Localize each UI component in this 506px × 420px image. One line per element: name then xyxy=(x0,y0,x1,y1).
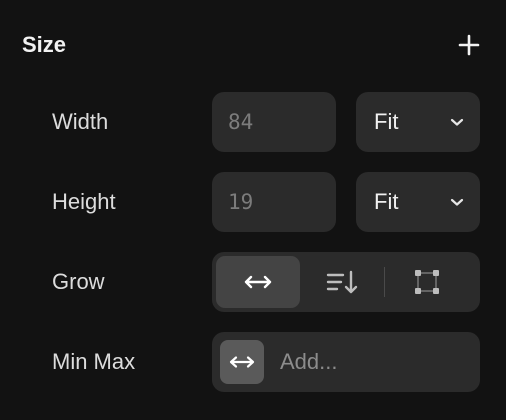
chevron-down-icon xyxy=(450,118,464,126)
grow-option-fill[interactable] xyxy=(385,256,469,308)
height-value[interactable]: 19 xyxy=(228,190,253,214)
min-max-toggle[interactable] xyxy=(220,340,264,384)
min-max-field[interactable]: Add... xyxy=(212,332,480,392)
min-max-placeholder[interactable]: Add... xyxy=(280,349,337,375)
plus-icon xyxy=(458,34,480,56)
section-title: Size xyxy=(22,32,67,57)
grow-option-vertical[interactable] xyxy=(300,256,384,308)
height-field[interactable]: 19 xyxy=(212,172,336,232)
height-mode-select[interactable]: Fit xyxy=(356,172,480,232)
height-label: Height xyxy=(52,189,116,214)
width-value[interactable]: 84 xyxy=(228,110,253,134)
min-max-label: Min Max xyxy=(52,349,136,374)
grow-label: Grow xyxy=(52,269,105,294)
vertical-sort-icon xyxy=(326,270,358,294)
horizontal-arrows-icon xyxy=(229,356,255,368)
width-field[interactable]: 84 xyxy=(212,92,336,152)
width-mode-select[interactable]: Fit xyxy=(356,92,480,152)
add-size-button[interactable] xyxy=(456,32,482,58)
width-mode-label: Fit xyxy=(374,109,399,134)
width-label: Width xyxy=(52,109,109,134)
fill-frame-icon xyxy=(415,270,439,294)
chevron-down-icon xyxy=(450,198,464,206)
grow-segmented-control xyxy=(212,252,480,312)
height-mode-label: Fit xyxy=(374,189,399,214)
horizontal-arrows-icon xyxy=(244,275,272,289)
grow-option-horizontal[interactable] xyxy=(216,256,300,308)
